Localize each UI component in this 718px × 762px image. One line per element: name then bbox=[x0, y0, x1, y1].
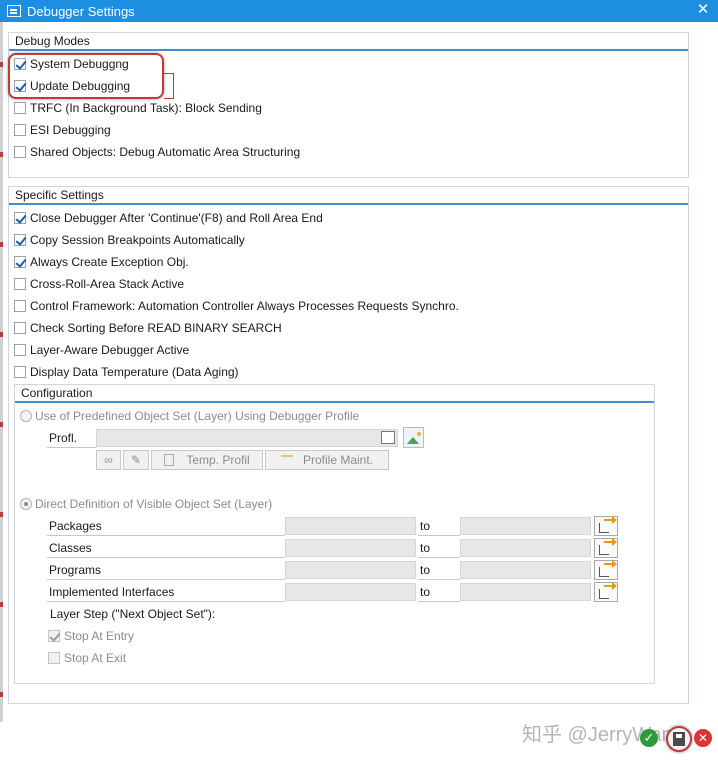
checkbox-label: Stop At Entry bbox=[64, 629, 135, 643]
classes-from-input[interactable] bbox=[285, 539, 416, 557]
checkbox-close-debugger[interactable]: Close Debugger After 'Continue'(F8) and … bbox=[14, 208, 323, 228]
temp-profil-button[interactable]: Temp. Profil bbox=[151, 450, 263, 470]
checkbox[interactable] bbox=[14, 212, 26, 224]
checkbox-label: Always Create Exception Obj. bbox=[30, 255, 189, 269]
profile-input[interactable] bbox=[96, 429, 398, 447]
dialog-icon bbox=[7, 5, 21, 17]
range-label-interfaces: Implemented Interfaces bbox=[47, 582, 285, 602]
checkbox-esi-debugging[interactable]: ESI Debugging bbox=[14, 120, 111, 140]
to-label: to bbox=[418, 582, 460, 602]
checkbox[interactable] bbox=[14, 234, 26, 246]
checkbox[interactable] bbox=[14, 80, 26, 92]
checkbox-control-framework[interactable]: Control Framework: Automation Controller… bbox=[14, 296, 459, 316]
to-label: to bbox=[418, 516, 460, 536]
interfaces-from-input[interactable] bbox=[285, 583, 416, 601]
checkbox-data-temperature[interactable]: Display Data Temperature (Data Aging) bbox=[14, 362, 239, 382]
value-help-icon[interactable] bbox=[381, 431, 395, 444]
checkbox[interactable] bbox=[14, 322, 26, 334]
save-icon bbox=[673, 732, 685, 746]
checkbox-label: ESI Debugging bbox=[30, 123, 111, 137]
profile-label: Profl. bbox=[47, 428, 97, 448]
window-title: Debugger Settings bbox=[27, 3, 135, 19]
checkbox[interactable] bbox=[14, 366, 26, 378]
checkbox[interactable] bbox=[14, 300, 26, 312]
classes-to-input[interactable] bbox=[460, 539, 591, 557]
checkbox-update-debugging[interactable]: Update Debugging bbox=[14, 76, 130, 96]
checkbox[interactable] bbox=[14, 344, 26, 356]
range-label-classes: Classes bbox=[47, 538, 285, 558]
window-edge bbox=[0, 22, 3, 742]
multiple-selection-icon[interactable] bbox=[594, 582, 618, 602]
checkbox[interactable] bbox=[48, 630, 60, 642]
checkbox-label: Check Sorting Before READ BINARY SEARCH bbox=[30, 321, 282, 335]
checkbox[interactable] bbox=[14, 124, 26, 136]
radio-button[interactable] bbox=[20, 498, 32, 510]
checkbox[interactable] bbox=[14, 256, 26, 268]
profile-maint-button[interactable]: Profile Maint. bbox=[265, 450, 389, 470]
range-label-packages: Packages bbox=[47, 516, 285, 536]
radio-button[interactable] bbox=[20, 410, 32, 422]
packages-from-input[interactable] bbox=[285, 517, 416, 535]
checkbox-cross-roll-area[interactable]: Cross-Roll-Area Stack Active bbox=[14, 274, 184, 294]
checkbox-copy-breakpoints[interactable]: Copy Session Breakpoints Automatically bbox=[14, 230, 245, 250]
checkbox-exception-obj[interactable]: Always Create Exception Obj. bbox=[14, 252, 189, 272]
checkbox-check-sorting[interactable]: Check Sorting Before READ BINARY SEARCH bbox=[14, 318, 282, 338]
watermark: 知乎 @JerryWang bbox=[522, 724, 684, 746]
checkbox-system-debugging[interactable]: System Debuggng bbox=[14, 54, 129, 74]
to-label: to bbox=[418, 538, 460, 558]
checkbox[interactable] bbox=[14, 102, 26, 114]
close-icon[interactable]: ✕ bbox=[694, 1, 712, 19]
image-icon[interactable] bbox=[403, 427, 424, 448]
range-label-programs: Programs bbox=[47, 560, 285, 580]
checkbox[interactable] bbox=[14, 278, 26, 290]
edit-icon-button[interactable]: ✎ bbox=[123, 450, 149, 470]
title-bar: Debugger Settings ✕ bbox=[0, 0, 718, 22]
checkbox-label: Layer-Aware Debugger Active bbox=[30, 343, 190, 357]
profile-maint-label: Profile Maint. bbox=[302, 453, 374, 467]
ok-button[interactable]: ✓ bbox=[640, 729, 658, 747]
radio-direct-definition[interactable]: Direct Definition of Visible Object Set … bbox=[20, 494, 272, 514]
checkbox[interactable] bbox=[14, 146, 26, 158]
checkbox-label: Display Data Temperature (Data Aging) bbox=[30, 365, 239, 379]
document-icon bbox=[164, 454, 175, 466]
checkbox-label: System Debuggng bbox=[30, 57, 129, 71]
temp-profil-label: Temp. Profil bbox=[186, 453, 250, 467]
interfaces-to-input[interactable] bbox=[460, 583, 591, 601]
checkbox-stop-at-entry[interactable]: Stop At Entry bbox=[48, 626, 134, 646]
checkbox-stop-at-exit[interactable]: Stop At Exit bbox=[48, 648, 126, 668]
maintain-icon bbox=[280, 455, 293, 465]
checkbox-label: Control Framework: Automation Controller… bbox=[30, 299, 459, 313]
checkbox-label: Shared Objects: Debug Automatic Area Str… bbox=[30, 145, 301, 159]
configuration-title: Configuration bbox=[15, 385, 654, 403]
checkbox-label: Stop At Exit bbox=[64, 651, 127, 665]
cancel-button[interactable]: ✕ bbox=[694, 729, 712, 747]
checkbox[interactable] bbox=[14, 58, 26, 70]
radio-label: Use of Predefined Object Set (Layer) Usi… bbox=[35, 409, 360, 423]
to-label: to bbox=[418, 560, 460, 580]
checkbox[interactable] bbox=[48, 652, 60, 664]
checkbox-label: Update Debugging bbox=[30, 79, 131, 93]
save-button[interactable] bbox=[666, 726, 692, 752]
multiple-selection-icon[interactable] bbox=[594, 538, 618, 558]
checkbox-layer-aware[interactable]: Layer-Aware Debugger Active bbox=[14, 340, 189, 360]
checkbox-label: Cross-Roll-Area Stack Active bbox=[30, 277, 185, 291]
packages-to-input[interactable] bbox=[460, 517, 591, 535]
checkbox-label: Copy Session Breakpoints Automatically bbox=[30, 233, 245, 247]
layer-step-label: Layer Step ("Next Object Set"): bbox=[50, 607, 216, 621]
checkbox-label: TRFC (In Background Task): Block Sending bbox=[30, 101, 262, 115]
checkbox-trfc-block-sending[interactable]: TRFC (In Background Task): Block Sending bbox=[14, 98, 262, 118]
radio-predefined-object-set[interactable]: Use of Predefined Object Set (Layer) Usi… bbox=[20, 406, 359, 426]
checkbox-label: Close Debugger After 'Continue'(F8) and … bbox=[30, 211, 323, 225]
checkbox-shared-objects[interactable]: Shared Objects: Debug Automatic Area Str… bbox=[14, 142, 300, 162]
multiple-selection-icon[interactable] bbox=[594, 560, 618, 580]
programs-from-input[interactable] bbox=[285, 561, 416, 579]
programs-to-input[interactable] bbox=[460, 561, 591, 579]
radio-label: Direct Definition of Visible Object Set … bbox=[35, 497, 273, 511]
display-icon-button[interactable]: ∞ bbox=[96, 450, 121, 470]
multiple-selection-icon[interactable] bbox=[594, 516, 618, 536]
specific-settings-title: Specific Settings bbox=[9, 187, 688, 205]
debug-modes-title: Debug Modes bbox=[9, 33, 688, 51]
